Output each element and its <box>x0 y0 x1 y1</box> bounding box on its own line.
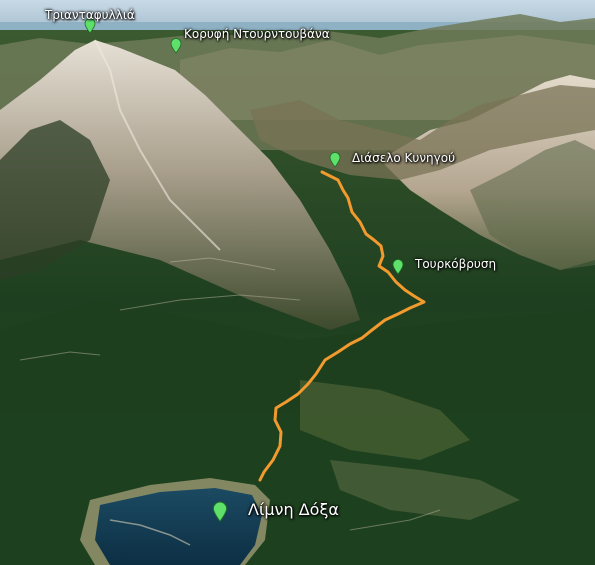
pin-kynigou[interactable] <box>329 152 341 172</box>
label-tourkovrysi: Τουρκόβρυση <box>415 257 497 271</box>
terrain-imagery <box>0 0 595 565</box>
label-triantafyllia: Τριανταφυλλιά <box>45 8 135 22</box>
map-pin-icon <box>212 501 228 523</box>
label-kynigou: Διάσελο Κυνηγού <box>352 151 456 165</box>
map-pin-icon <box>170 38 182 54</box>
pin-doxa[interactable] <box>212 501 228 527</box>
map-pin-icon <box>392 259 404 275</box>
map-pin-icon <box>329 152 341 168</box>
pin-ntourntouvana[interactable] <box>170 38 182 58</box>
label-doxa: Λίμνη Δόξα <box>248 500 339 519</box>
map-view[interactable]: Τριανταφυλλιά Κορυφή Ντουρντουβάνα Διάσε… <box>0 0 595 565</box>
pin-tourkovrysi[interactable] <box>392 259 404 279</box>
label-ntourntouvana: Κορυφή Ντουρντουβάνα <box>184 27 330 41</box>
